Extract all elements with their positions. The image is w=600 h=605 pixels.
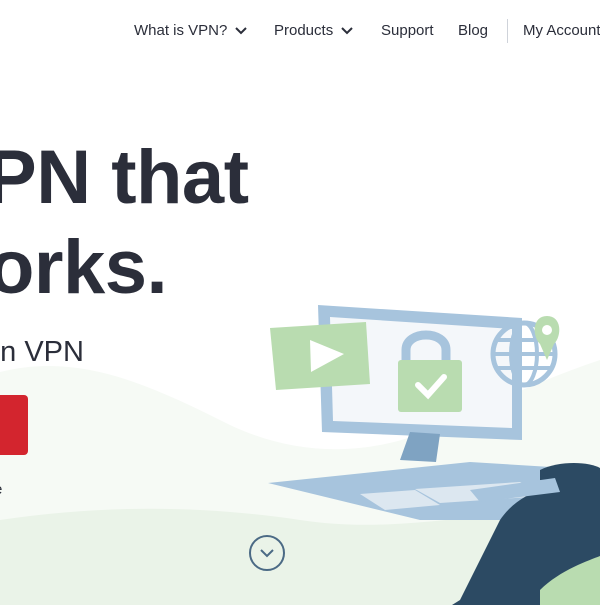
hero-headline-line-1: PN that: [0, 135, 249, 220]
chevron-down-icon: [235, 26, 248, 34]
nav-products-label: Products: [274, 22, 334, 39]
top-navigation: What is VPN? Products Support Blog My Ac…: [0, 0, 600, 64]
nav-divider: [507, 19, 508, 43]
nav-support-label: Support: [381, 22, 434, 39]
play-icon: [270, 322, 370, 390]
hero-subheadline: r in VPN: [0, 336, 84, 368]
nav-what-is-vpn-label: What is VPN?: [134, 22, 228, 39]
nav-blog[interactable]: Blog: [458, 22, 488, 39]
hero-cta-button[interactable]: [0, 395, 28, 455]
chevron-down-icon: [341, 26, 353, 34]
hero-headline-line-2: orks.: [0, 225, 168, 310]
nav-what-is-vpn[interactable]: What is VPN?: [134, 22, 248, 39]
nav-blog-label: Blog: [458, 22, 489, 39]
nav-my-account[interactable]: My Account: [523, 22, 600, 39]
nav-my-account-label: My Account: [523, 22, 600, 39]
hero-small-text: e: [0, 481, 2, 498]
nav-support[interactable]: Support: [381, 22, 434, 39]
nav-products[interactable]: Products: [274, 22, 353, 39]
laptop-vpn-illustration: [268, 305, 600, 605]
